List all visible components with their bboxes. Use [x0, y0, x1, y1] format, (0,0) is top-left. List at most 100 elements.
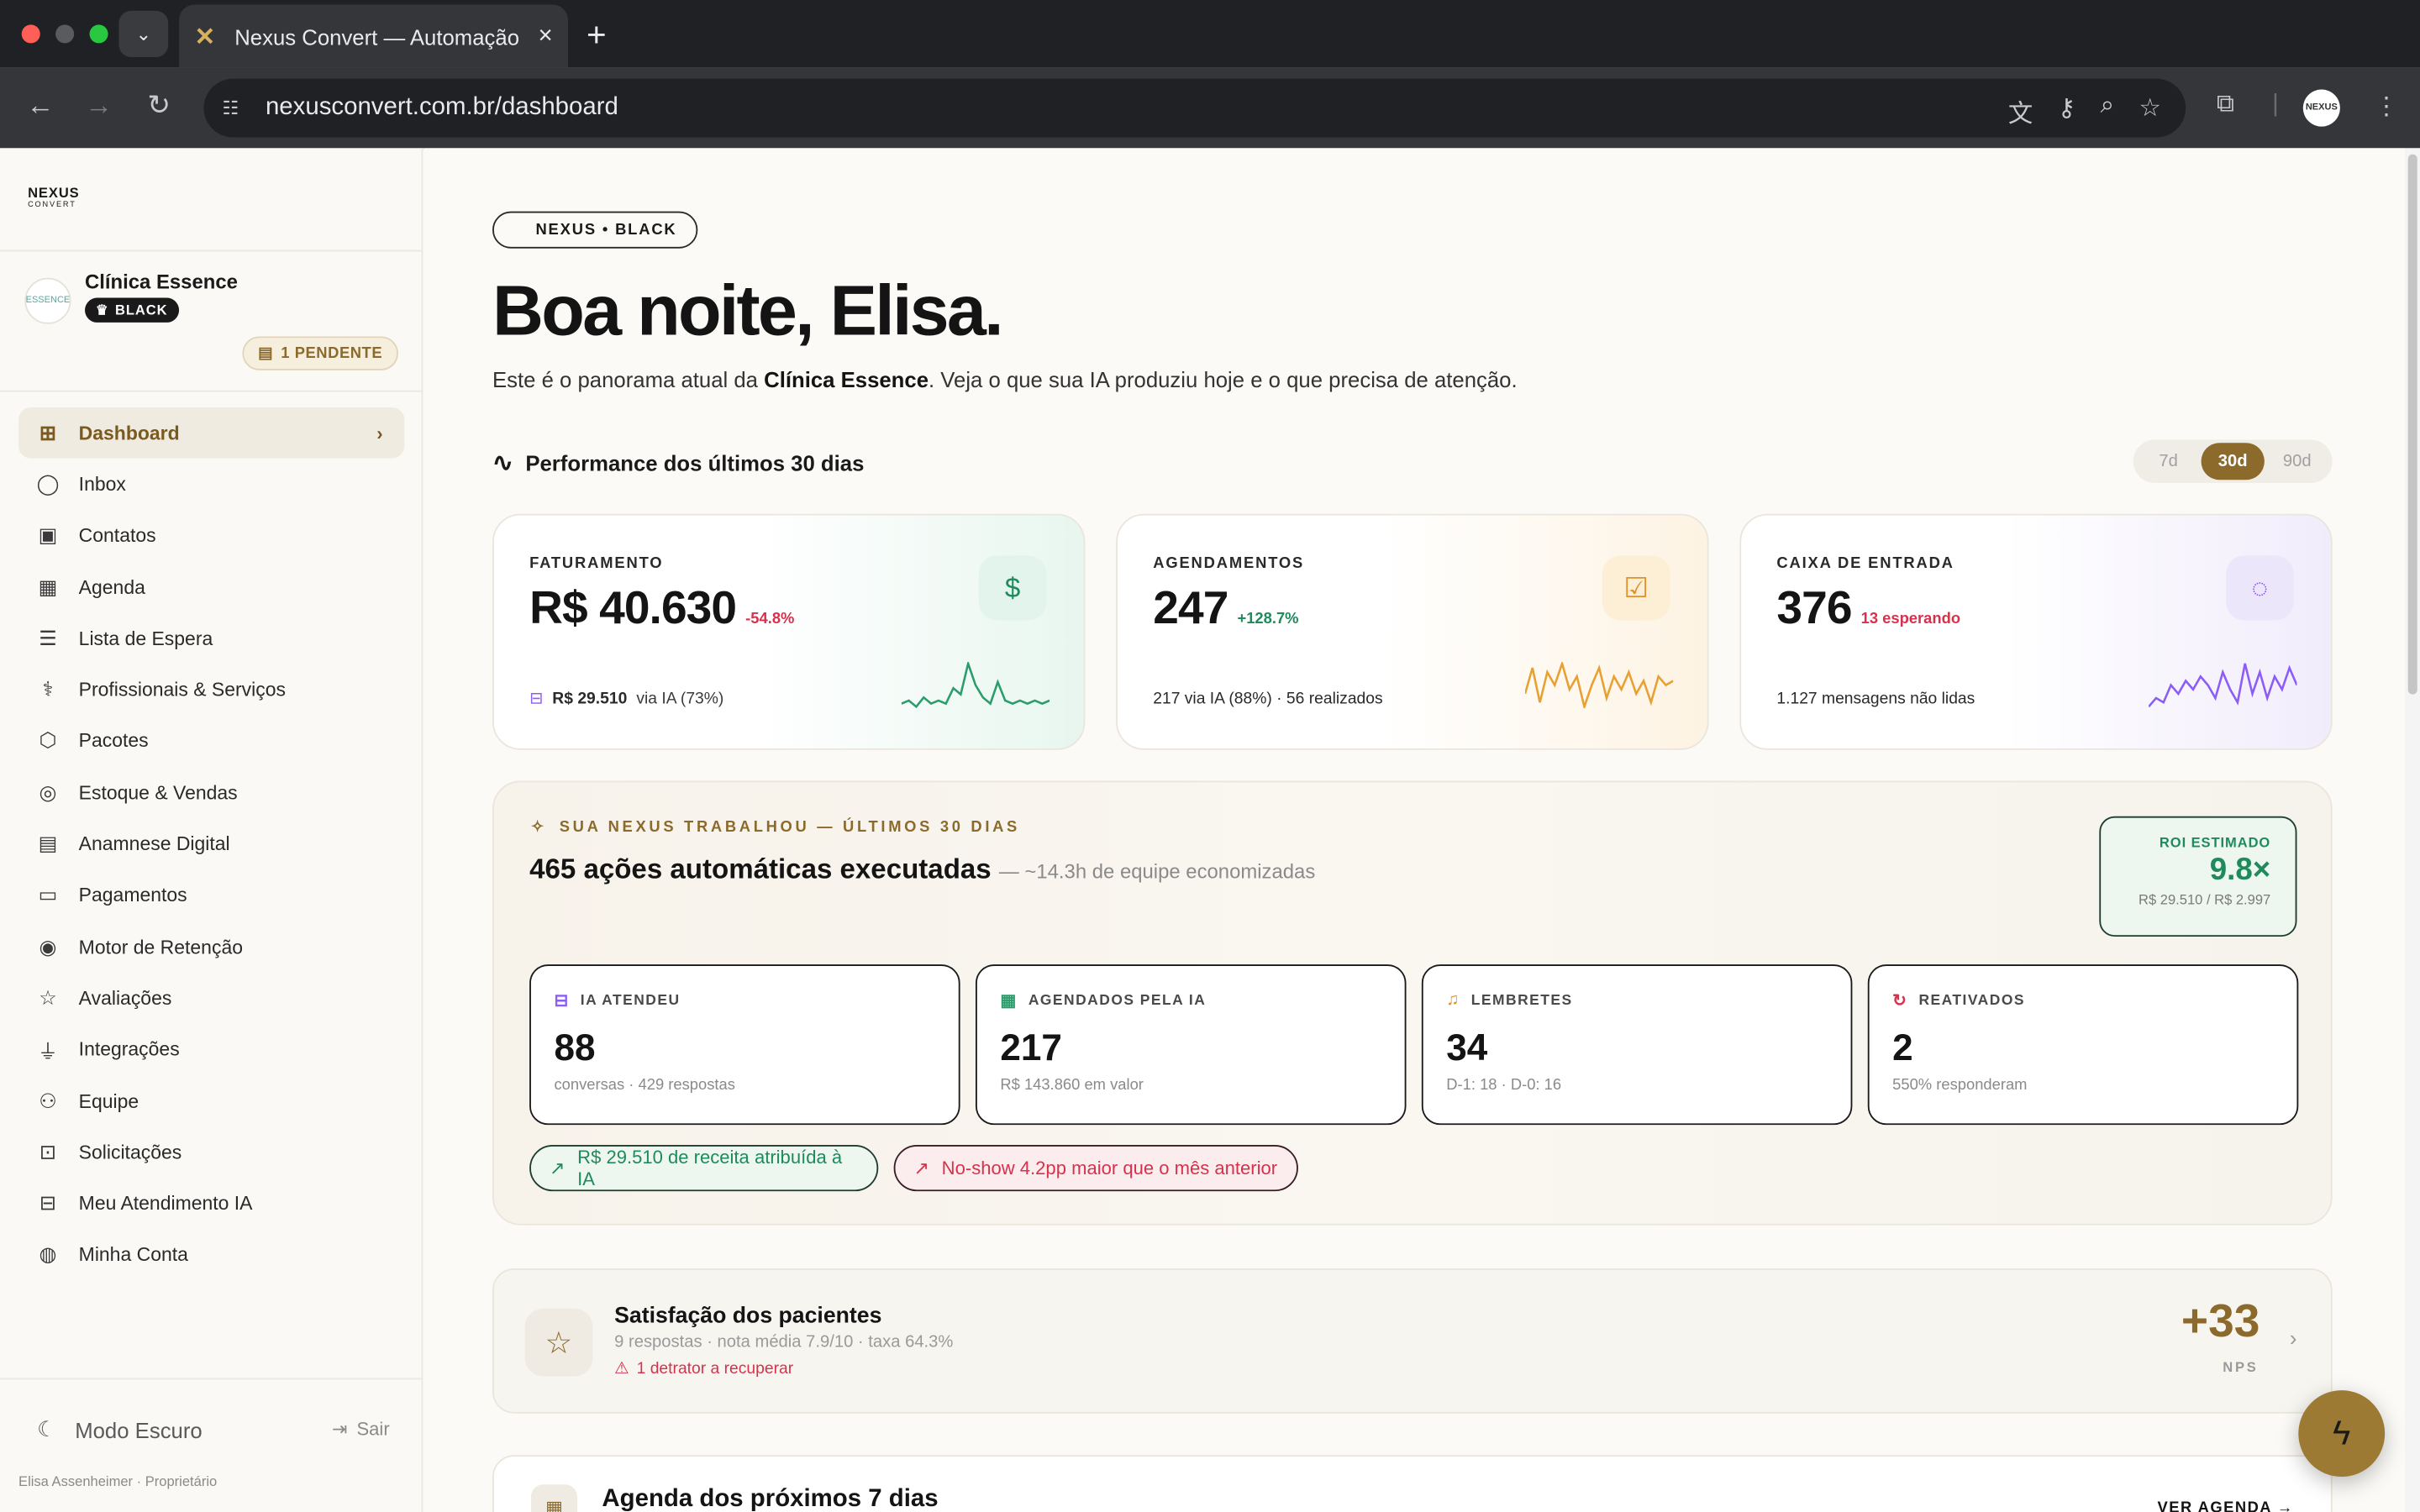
kpi-delta: -54.8%	[745, 611, 795, 628]
page-subtitle: Este é o panorama atual da Clínica Essen…	[492, 367, 1518, 392]
sidebar-item-solicitacoes[interactable]: ⊡ Solicitações	[18, 1126, 404, 1178]
chevron-right-icon: ›	[376, 422, 383, 444]
address-bar[interactable]: ☷ nexusconvert.com.br/dashboard 文 ⚷ ⌕ ☆	[203, 78, 2186, 138]
sidebar-item-equipe[interactable]: ⚇ Equipe	[18, 1075, 404, 1126]
sidebar-item-contatos[interactable]: ▣ Contatos	[18, 510, 404, 561]
sidebar-item-estoque-vendas[interactable]: ◎ Estoque & Vendas	[18, 767, 404, 818]
sidebar-item-motor-de-retencao[interactable]: ◉ Motor de Retenção	[18, 921, 404, 973]
owner-label: Elisa Assenheimer · Proprietário	[18, 1473, 218, 1489]
calendar-icon: ▦	[38, 575, 58, 598]
sidebar: NEXUS CONVERT ESSENCE Clínica Essence ♛ BL…	[0, 148, 424, 1512]
sidebar-item-meu-atendimento-ia[interactable]: ⊟ Meu Atendimento IA	[18, 1178, 404, 1229]
range-option-90d[interactable]: 90d	[2265, 443, 2330, 480]
kpi-label: AGENDAMENTOS	[1153, 555, 1305, 573]
kpi-card-caixa-de-entrada[interactable]: CAIXA DE ENTRADA 376 13 esperando ◌ 1.127…	[1739, 513, 2333, 750]
kpi-card-agendamentos[interactable]: AGENDAMENTOS 247 +128.7% ☑ 217 via IA (88…	[1116, 513, 1709, 750]
password-key-icon[interactable]: ⚷	[2058, 92, 2076, 129]
stat-sub: R$ 143.860 em valor	[1000, 1077, 1144, 1095]
scrollbar-thumb[interactable]	[2407, 154, 2417, 695]
sidebar-item-lista-de-espera[interactable]: ☰ Lista de Espera	[18, 613, 404, 664]
kpi-card-faturamento[interactable]: FATURAMENTO R$ 40.630 -54.8% $ ⊟ R$ 29.510…	[492, 513, 1086, 750]
maximize-window-button[interactable]	[89, 24, 108, 44]
close-tab-icon[interactable]: ×	[538, 23, 552, 50]
message-icon: ◌	[2225, 555, 2294, 621]
logout-button[interactable]: ⇥ Sair	[332, 1418, 390, 1440]
nexus-logo[interactable]: NEXUS CONVERT	[28, 186, 80, 211]
close-window-button[interactable]	[21, 24, 40, 44]
zoom-icon[interactable]: ⌕	[2101, 92, 2114, 129]
stat-label: ↻ REATIVADOS	[1892, 992, 2025, 1011]
stat-sub: 550% responderam	[1892, 1077, 2028, 1095]
stat-sub: conversas · 429 respostas	[554, 1077, 735, 1095]
sidebar-item-anamnese-digital[interactable]: ▤ Anamnese Digital	[18, 818, 404, 869]
browser-toolbar: ← → ↻ ☷ nexusconvert.com.br/dashboard 文 …	[0, 67, 2420, 149]
translate-icon[interactable]: 文	[2008, 92, 2033, 129]
card-icon: ▭	[38, 883, 58, 906]
sidebar-item-label: Minha Conta	[78, 1244, 188, 1267]
sidebar-item-dashboard[interactable]: ⊞ Dashboard ›	[18, 407, 405, 459]
reload-icon[interactable]: ↻	[140, 90, 177, 123]
sidebar-item-pagamentos[interactable]: ▭ Pagamentos	[18, 869, 404, 921]
stethoscope-icon: ⚕	[42, 677, 54, 701]
stat-label: ♫ LEMBRETES	[1446, 990, 1573, 1010]
quick-action-button[interactable]: ϟ	[2298, 1390, 2386, 1478]
sidebar-item-profissionais-servicos[interactable]: ⚕ Profissionais & Serviços	[18, 664, 404, 716]
back-icon[interactable]: ←	[22, 90, 59, 123]
roi-label: ROI ESTIMADO	[2159, 834, 2271, 851]
stat-card-reativados[interactable]: ↻ REATIVADOS 2 550% responderam	[1867, 964, 2299, 1126]
nexus-title: 465 ações automáticas executadas — ~14.3…	[529, 853, 1316, 885]
minimize-window-button[interactable]	[55, 24, 75, 44]
sidebar-item-label: Avaliações	[78, 987, 172, 1010]
stat-card-agendados-pela-ia[interactable]: ▦ AGENDADOS PELA IA 217 R$ 143.860 em val…	[975, 964, 1407, 1126]
bot-icon: ⊟	[39, 1191, 56, 1215]
activity-icon: ∿	[492, 450, 513, 477]
stat-card-lembretes[interactable]: ♫ LEMBRETES 34 D-1: 18 · D-0: 16	[1421, 964, 1853, 1126]
warning-icon: ⚠	[614, 1359, 629, 1378]
site-info-icon[interactable]: ☷	[223, 97, 247, 119]
forward-icon[interactable]: →	[81, 90, 118, 123]
new-tab-button[interactable]: +	[587, 15, 607, 55]
dark-mode-toggle[interactable]: ☾ Modo Escuro	[37, 1416, 203, 1442]
kpi-delta: +128.7%	[1237, 611, 1299, 628]
nps-label: NPS	[2223, 1359, 2259, 1375]
sidebar-item-avaliacoes[interactable]: ☆ Avaliações	[18, 973, 404, 1024]
sidebar-item-integracoes[interactable]: ⏚ Integrações	[18, 1024, 404, 1075]
profile-avatar[interactable]: NEXUS	[2302, 89, 2340, 127]
bookmark-star-icon[interactable]: ☆	[2139, 92, 2160, 129]
sidebar-item-label: Contatos	[78, 525, 156, 547]
kpi-value: R$ 40.630 -54.8%	[529, 583, 795, 635]
stat-label: ▦ AGENDADOS PELA IA	[1000, 992, 1207, 1011]
nexus-kicker: ✧ SUA NEXUS TRABALHOU — ÚLTIMOS 30 DIAS	[530, 819, 1020, 837]
contact-icon: ▣	[38, 523, 58, 547]
no-show-alert-chip[interactable]: ↗ No-show 4.2pp maior que o mês anterior	[893, 1145, 1298, 1192]
sidebar-item-minha-conta[interactable]: ◍ Minha Conta	[18, 1230, 404, 1281]
moon-icon: ☾	[37, 1416, 57, 1441]
sparkle-icon: ✧	[530, 819, 548, 837]
view-agenda-link[interactable]: VER AGENDA →	[2158, 1500, 2294, 1512]
star-icon: ☆	[39, 985, 57, 1010]
nexus-work-panel: ✧ SUA NEXUS TRABALHOU — ÚLTIMOS 30 DIAS 4…	[492, 780, 2333, 1226]
sidebar-item-pacotes[interactable]: ⬡ Pacotes	[18, 716, 404, 767]
sidebar-item-label: Lista de Espera	[78, 627, 213, 650]
browser-menu-icon[interactable]: ⋮	[2374, 91, 2398, 122]
range-option-7d[interactable]: 7d	[2136, 443, 2201, 480]
trend-up-icon: ↗	[913, 1157, 929, 1179]
range-option-30d[interactable]: 30d	[2200, 443, 2265, 480]
extensions-icon[interactable]: ⧉	[2217, 91, 2234, 118]
stat-value: 217	[1000, 1027, 1062, 1070]
agenda-title: Agenda dos próximos 7 dias	[602, 1486, 939, 1512]
tab-search-button[interactable]: ⌄	[118, 10, 169, 57]
revenue-attribution-chip[interactable]: ↗ R$ 29.510 de receita atribuída à IA	[529, 1145, 879, 1192]
plan-pill: NEXUS • BLACK	[492, 211, 697, 249]
browser-tab[interactable]: ✕ Nexus Convert — Automação ×	[179, 4, 569, 68]
calendar-check-icon: ☑	[1602, 555, 1670, 621]
nps-card[interactable]: ☆ Satisfação dos pacientes 9 respostas ·…	[492, 1268, 2333, 1414]
kpi-sparkline	[2149, 663, 2297, 708]
stat-card-ia-atendeu[interactable]: ⊟ IA ATENDEU 88 conversas · 429 respostas	[529, 964, 960, 1126]
pending-badge[interactable]: ▤ 1 PENDENTE	[242, 336, 398, 370]
page-scrollbar[interactable]	[2405, 148, 2420, 1512]
sidebar-item-inbox[interactable]: ◯ Inbox	[18, 459, 404, 510]
agenda-card: ▦ Agenda dos próximos 7 dias VER AGENDA …	[492, 1455, 2333, 1512]
main-content: NEXUS • BLACK Boa noite, Elisa. Este é o…	[424, 148, 2406, 1512]
sidebar-item-agenda[interactable]: ▦ Agenda	[18, 561, 404, 612]
